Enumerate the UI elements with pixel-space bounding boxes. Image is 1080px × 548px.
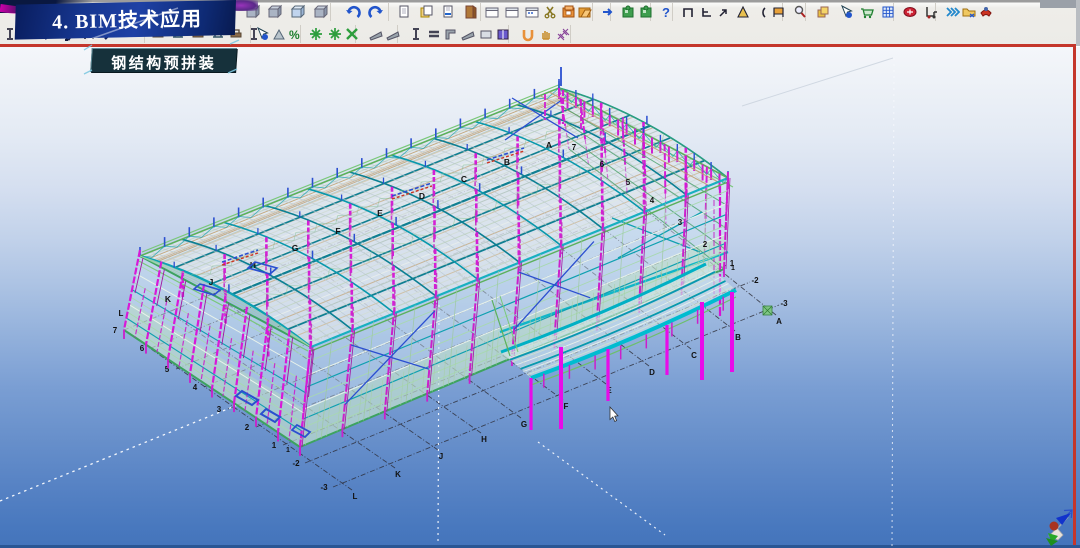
svg-text:6: 6 bbox=[140, 344, 145, 353]
svg-text:2: 2 bbox=[703, 240, 708, 249]
svg-text:7: 7 bbox=[113, 326, 118, 335]
svg-text:J: J bbox=[209, 277, 214, 287]
svg-text:K: K bbox=[395, 470, 401, 479]
svg-text:4: 4 bbox=[650, 196, 655, 205]
svg-text:6: 6 bbox=[600, 160, 605, 169]
svg-text:-2: -2 bbox=[292, 459, 300, 468]
svg-text:7: 7 bbox=[572, 143, 577, 152]
svg-text:-3: -3 bbox=[780, 299, 788, 308]
svg-text:G: G bbox=[521, 420, 527, 429]
svg-text:1: 1 bbox=[730, 259, 735, 268]
svg-text:5: 5 bbox=[626, 178, 631, 187]
svg-text:-3: -3 bbox=[320, 483, 328, 492]
svg-text:C: C bbox=[461, 174, 467, 184]
svg-text:A: A bbox=[776, 317, 782, 326]
svg-text:1: 1 bbox=[272, 441, 277, 450]
svg-text:H: H bbox=[481, 435, 487, 444]
svg-text:D: D bbox=[419, 191, 425, 201]
svg-text:B: B bbox=[504, 157, 510, 167]
svg-text:-2: -2 bbox=[751, 276, 759, 285]
svg-text:F: F bbox=[564, 402, 569, 411]
svg-text:B: B bbox=[735, 333, 741, 342]
svg-text:L: L bbox=[353, 492, 358, 501]
svg-text:E: E bbox=[377, 208, 383, 218]
svg-text:F: F bbox=[335, 226, 340, 236]
svg-text:K: K bbox=[165, 294, 172, 304]
svg-text:L: L bbox=[119, 309, 124, 318]
svg-text:2: 2 bbox=[245, 423, 250, 432]
svg-text:G: G bbox=[292, 243, 299, 253]
svg-text:J: J bbox=[439, 452, 443, 461]
svg-text:1: 1 bbox=[286, 447, 290, 454]
svg-text:4: 4 bbox=[193, 383, 198, 392]
svg-text:C: C bbox=[691, 351, 697, 360]
svg-text:D: D bbox=[649, 368, 655, 377]
svg-text:A: A bbox=[546, 140, 552, 150]
svg-text:3: 3 bbox=[217, 405, 222, 414]
svg-text:3: 3 bbox=[678, 218, 683, 227]
